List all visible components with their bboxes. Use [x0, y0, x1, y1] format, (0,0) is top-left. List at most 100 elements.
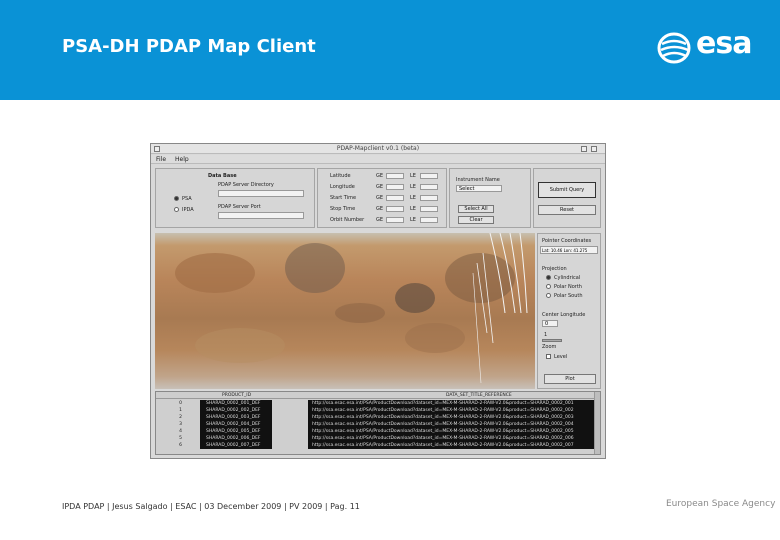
menu-bar: File Help [151, 155, 605, 164]
radio-psa[interactable] [174, 196, 179, 201]
plot-button[interactable]: Plot [544, 374, 596, 384]
slide-footer: IPDA PDAP | Jesus Salgado | ESAC | 03 De… [62, 502, 360, 511]
product-id-cell[interactable]: SHARAD_0002_005_DEF [200, 428, 272, 435]
ground-tracks [472, 233, 528, 384]
instrument-select[interactable]: Select [456, 185, 502, 192]
query-max-input[interactable] [420, 173, 438, 179]
query-min-input[interactable] [386, 173, 404, 179]
radio-psa-label: PSA [182, 196, 192, 202]
app-window: PDAP-Mapclient v0.1 (beta) File Help Dat… [150, 143, 606, 459]
server-port-label: PDAP Server Port [218, 204, 261, 210]
slide-header: PSA-DH PDAP Map Client esa [0, 0, 780, 100]
action-panel: Submit Query Reset [533, 168, 601, 228]
le-label: LE [410, 206, 416, 212]
row-number: 4 [156, 428, 188, 435]
projection-option: Polar North [554, 284, 582, 290]
select-all-button[interactable]: Select All [458, 205, 494, 213]
reference-cell[interactable]: http://ssa.esac.esa.int/PSA/ProductDownl… [308, 428, 596, 435]
le-label: LE [410, 184, 416, 190]
reference-cell[interactable]: http://ssa.esac.esa.int/PSA/ProductDownl… [308, 421, 596, 428]
instrument-label: Instrument Name [456, 177, 500, 183]
product-id-cell[interactable]: SHARAD_0002_002_DEF [200, 407, 272, 414]
reference-cell[interactable]: http://ssa.esac.esa.int/PSA/ProductDownl… [308, 407, 596, 414]
ge-label: GE [376, 184, 384, 190]
row-number: 5 [156, 435, 188, 442]
table-row[interactable]: 0 SHARAD_0002_001_DEF http://ssa.esac.es… [156, 400, 596, 407]
product-id-cell[interactable]: SHARAD_0002_006_DEF [200, 435, 272, 442]
table-row[interactable]: 6 SHARAD_0002_007_DEF http://ssa.esac.es… [156, 442, 596, 449]
table-row[interactable]: 3 SHARAD_0002_004_DEF http://ssa.esac.es… [156, 421, 596, 428]
table-row[interactable]: 4 SHARAD_0002_005_DEF http://ssa.esac.es… [156, 428, 596, 435]
close-icon[interactable] [591, 146, 597, 152]
reference-cell[interactable]: http://ssa.esac.esa.int/PSA/ProductDownl… [308, 435, 596, 442]
projection-cylindrical-radio[interactable] [546, 275, 551, 280]
mars-map[interactable] [155, 233, 535, 389]
row-number: 3 [156, 421, 188, 428]
product-id-cell[interactable]: SHARAD_0002_004_DEF [200, 421, 272, 428]
ge-label: GE [376, 195, 384, 201]
table-row[interactable]: 2 SHARAD_0002_003_DEF http://ssa.esac.es… [156, 414, 596, 421]
radio-ipda-label: IPDA [182, 207, 194, 213]
row-number: 2 [156, 414, 188, 421]
table-header: PRODUCT_ID DATA_SET_TITLE_REFERENCE [156, 392, 596, 399]
menu-file[interactable]: File [156, 156, 166, 163]
query-min-input[interactable] [386, 217, 404, 223]
reference-cell[interactable]: http://ssa.esac.esa.int/PSA/ProductDownl… [308, 414, 596, 421]
reset-button[interactable]: Reset [538, 205, 596, 215]
query-label: Longitude [330, 184, 355, 190]
clear-button[interactable]: Clear [458, 216, 494, 224]
product-id-cell[interactable]: SHARAD_0002_001_DEF [200, 400, 272, 407]
center-longitude-label: Center Longitude [542, 312, 586, 318]
table-scrollbar[interactable] [594, 392, 600, 454]
zoom-slider[interactable] [542, 339, 562, 342]
esa-globe-icon [657, 32, 691, 64]
minimize-icon[interactable] [581, 146, 587, 152]
query-panel: Latitude GE LE Longitude GE LE Start Tim… [317, 168, 447, 228]
query-max-input[interactable] [420, 217, 438, 223]
level-label: Level [554, 354, 568, 360]
radio-ipda[interactable] [174, 207, 179, 212]
table-row[interactable]: 5 SHARAD_0002_006_DEF http://ssa.esac.es… [156, 435, 596, 442]
projection-option: Cylindrical [554, 275, 581, 281]
esa-logo: esa [656, 26, 760, 66]
window-menu-icon[interactable] [154, 146, 160, 152]
zoom-label: Zoom [542, 344, 557, 350]
product-id-cell[interactable]: SHARAD_0002_003_DEF [200, 414, 272, 421]
query-max-input[interactable] [420, 195, 438, 201]
projection-polar-south-radio[interactable] [546, 293, 551, 298]
query-label: Start Time [330, 195, 357, 201]
data-base-label: Data Base [208, 173, 237, 179]
center-longitude-input[interactable]: 0 [542, 320, 558, 327]
agency-name: European Space Agency [666, 499, 776, 509]
ge-label: GE [376, 173, 384, 179]
query-max-input[interactable] [420, 184, 438, 190]
table-row[interactable]: 1 SHARAD_0002_002_DEF http://ssa.esac.es… [156, 407, 596, 414]
level-checkbox[interactable] [546, 354, 551, 359]
instrument-panel: Instrument Name Select Select All Clear [449, 168, 531, 228]
le-label: LE [410, 195, 416, 201]
query-min-input[interactable] [386, 195, 404, 201]
server-port-input[interactable] [218, 212, 304, 219]
reference-cell[interactable]: http://ssa.esac.esa.int/PSA/ProductDownl… [308, 442, 596, 449]
results-table: PRODUCT_ID DATA_SET_TITLE_REFERENCE 0 SH… [155, 391, 601, 455]
data-base-panel: Data Base PDAP Server Directory PDAP Ser… [155, 168, 315, 228]
projection-polar-north-radio[interactable] [546, 284, 551, 289]
submit-query-button[interactable]: Submit Query [538, 182, 596, 198]
query-max-input[interactable] [420, 206, 438, 212]
column-header[interactable]: DATA_SET_TITLE_REFERENCE [446, 393, 512, 398]
reference-cell[interactable]: http://ssa.esac.esa.int/PSA/ProductDownl… [308, 400, 596, 407]
menu-help[interactable]: Help [175, 156, 189, 163]
ge-label: GE [376, 206, 384, 212]
column-header[interactable]: PRODUCT_ID [222, 393, 251, 398]
zoom-value: 1 [544, 332, 548, 338]
query-min-input[interactable] [386, 184, 404, 190]
query-label: Orbit Number [330, 217, 365, 223]
product-id-cell[interactable]: SHARAD_0002_007_DEF [200, 442, 272, 449]
query-min-input[interactable] [386, 206, 404, 212]
query-label: Latitude [330, 173, 351, 179]
server-dir-input[interactable] [218, 190, 304, 197]
window-titlebar: PDAP-Mapclient v0.1 (beta) [151, 144, 605, 154]
projection-label: Projection [542, 266, 567, 272]
row-number: 1 [156, 407, 188, 414]
map-controls-panel: Pointer Coordinates Lat: 10.46 Lon: 41.2… [537, 233, 601, 389]
